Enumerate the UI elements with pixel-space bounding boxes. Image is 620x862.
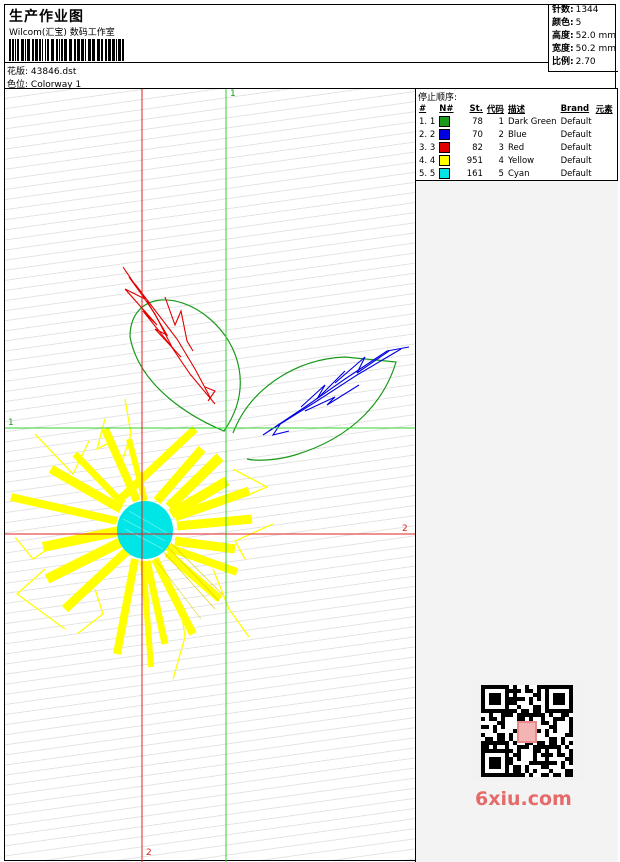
cyan-flower-center (117, 501, 173, 559)
legend-row: 1. 1 78 1 Dark Green Default (417, 115, 615, 128)
stat-height: 高度: 52.0 mm (552, 31, 617, 41)
row-description: Cyan (507, 168, 530, 179)
col-description: 描述 (507, 105, 525, 115)
stat-colors: 颜色: 5 (552, 18, 582, 28)
row-code: 5 (498, 168, 504, 179)
row-element (594, 128, 615, 141)
row-brand: Default (560, 142, 592, 153)
color-swatch (439, 142, 451, 153)
legend-title: 停止顺序: (418, 93, 458, 103)
red-horizontal-axis-label: 2 (402, 524, 408, 534)
row-stitches: 70 (472, 129, 483, 140)
row-brand: Default (560, 116, 592, 127)
row-brand: Default (560, 168, 592, 179)
green-leaf-left (129, 299, 241, 432)
color-swatch (439, 155, 451, 166)
qr-code-image (481, 685, 573, 777)
page-title: 生产作业图 (9, 9, 84, 25)
row-description: Blue (507, 129, 527, 140)
col-stitches: St. (469, 104, 483, 114)
row-description: Yellow (507, 155, 535, 166)
row-element (594, 141, 615, 154)
row-index: 5. 5 (419, 168, 436, 179)
legend-row: 4. 4 951 4 Yellow Default (417, 154, 615, 167)
row-element (594, 154, 615, 167)
row-index: 2. 2 (419, 129, 436, 140)
legend-row: 3. 3 82 3 Red Default (417, 141, 615, 154)
row-swatch (437, 141, 455, 154)
design-canvas: 1 1 2 2 停止顺序: # N# St. 代码 描述 Brand 元素 1.… (4, 88, 618, 862)
green-leaf-right (232, 356, 397, 461)
blue-leaf-vein (262, 346, 410, 436)
color-swatch (439, 168, 451, 179)
row-index: 3. 3 (419, 142, 436, 153)
col-element: 元素 (595, 105, 613, 115)
row-index: 4. 4 (419, 155, 436, 166)
company-name: Wilcom(汇宝) 数码工作室 (9, 28, 115, 38)
row-stitches: 951 (466, 155, 483, 166)
row-swatch (437, 115, 455, 128)
header-panel: 生产作业图 Wilcom(汇宝) 数码工作室 花版: 43846.dst 色位:… (4, 4, 618, 90)
stat-width: 宽度: 50.2 mm (552, 44, 617, 54)
green-vertical-axis-label: 1 (230, 89, 236, 99)
row-code: 3 (498, 142, 504, 153)
stop-sequence-legend: 停止顺序: # N# St. 代码 描述 Brand 元素 1. 1 78 1 Dar… (415, 88, 618, 181)
legend-row: 5. 5 161 5 Cyan Default (417, 167, 615, 180)
row-code: 2 (498, 129, 504, 140)
row-code: 4 (498, 155, 504, 166)
col-brand: Brand (560, 104, 590, 114)
header-divider (5, 62, 548, 63)
row-brand: Default (560, 129, 592, 140)
watermark-text: 6xiu.com (475, 788, 572, 810)
red-vertical-axis-label: 2 (146, 848, 152, 858)
color-swatch (439, 129, 451, 140)
barcode-image (9, 39, 124, 61)
row-index: 1. 1 (419, 116, 436, 127)
stat-scale: 比例: 2.70 (552, 57, 596, 67)
row-stitches: 78 (472, 116, 483, 127)
row-swatch (437, 154, 455, 167)
design-info: 花版: 43846.dst (7, 64, 76, 77)
row-swatch (437, 167, 455, 180)
col-code: 代码 (486, 105, 504, 115)
design-file: 43846.dst (30, 67, 77, 77)
row-description: Dark Green (507, 116, 557, 127)
col-index: # (419, 104, 427, 114)
red-leaf-vein (122, 266, 216, 405)
legend-row: 2. 2 70 2 Blue Default (417, 128, 615, 141)
row-code: 1 (498, 116, 504, 127)
row-element (594, 167, 615, 180)
row-stitches: 82 (472, 142, 483, 153)
row-brand: Default (560, 155, 592, 166)
row-element (594, 115, 615, 128)
row-stitches: 161 (466, 168, 483, 179)
col-number: N# (439, 104, 454, 114)
design-label: 花版: (7, 67, 29, 77)
stats-panel: 针数: 1344 颜色: 5 高度: 52.0 mm 宽度: 50.2 mm 比例: 2.… (548, 4, 618, 72)
qr-code-panel (471, 681, 585, 781)
row-description: Red (507, 142, 525, 153)
color-swatch (439, 116, 451, 127)
stat-stitches: 针数: 1344 (552, 5, 599, 15)
green-horizontal-axis-label: 1 (8, 418, 14, 428)
legend-table: # N# St. 代码 描述 Brand 元素 1. 1 78 1 Dark Gree… (417, 103, 615, 180)
row-swatch (437, 128, 455, 141)
